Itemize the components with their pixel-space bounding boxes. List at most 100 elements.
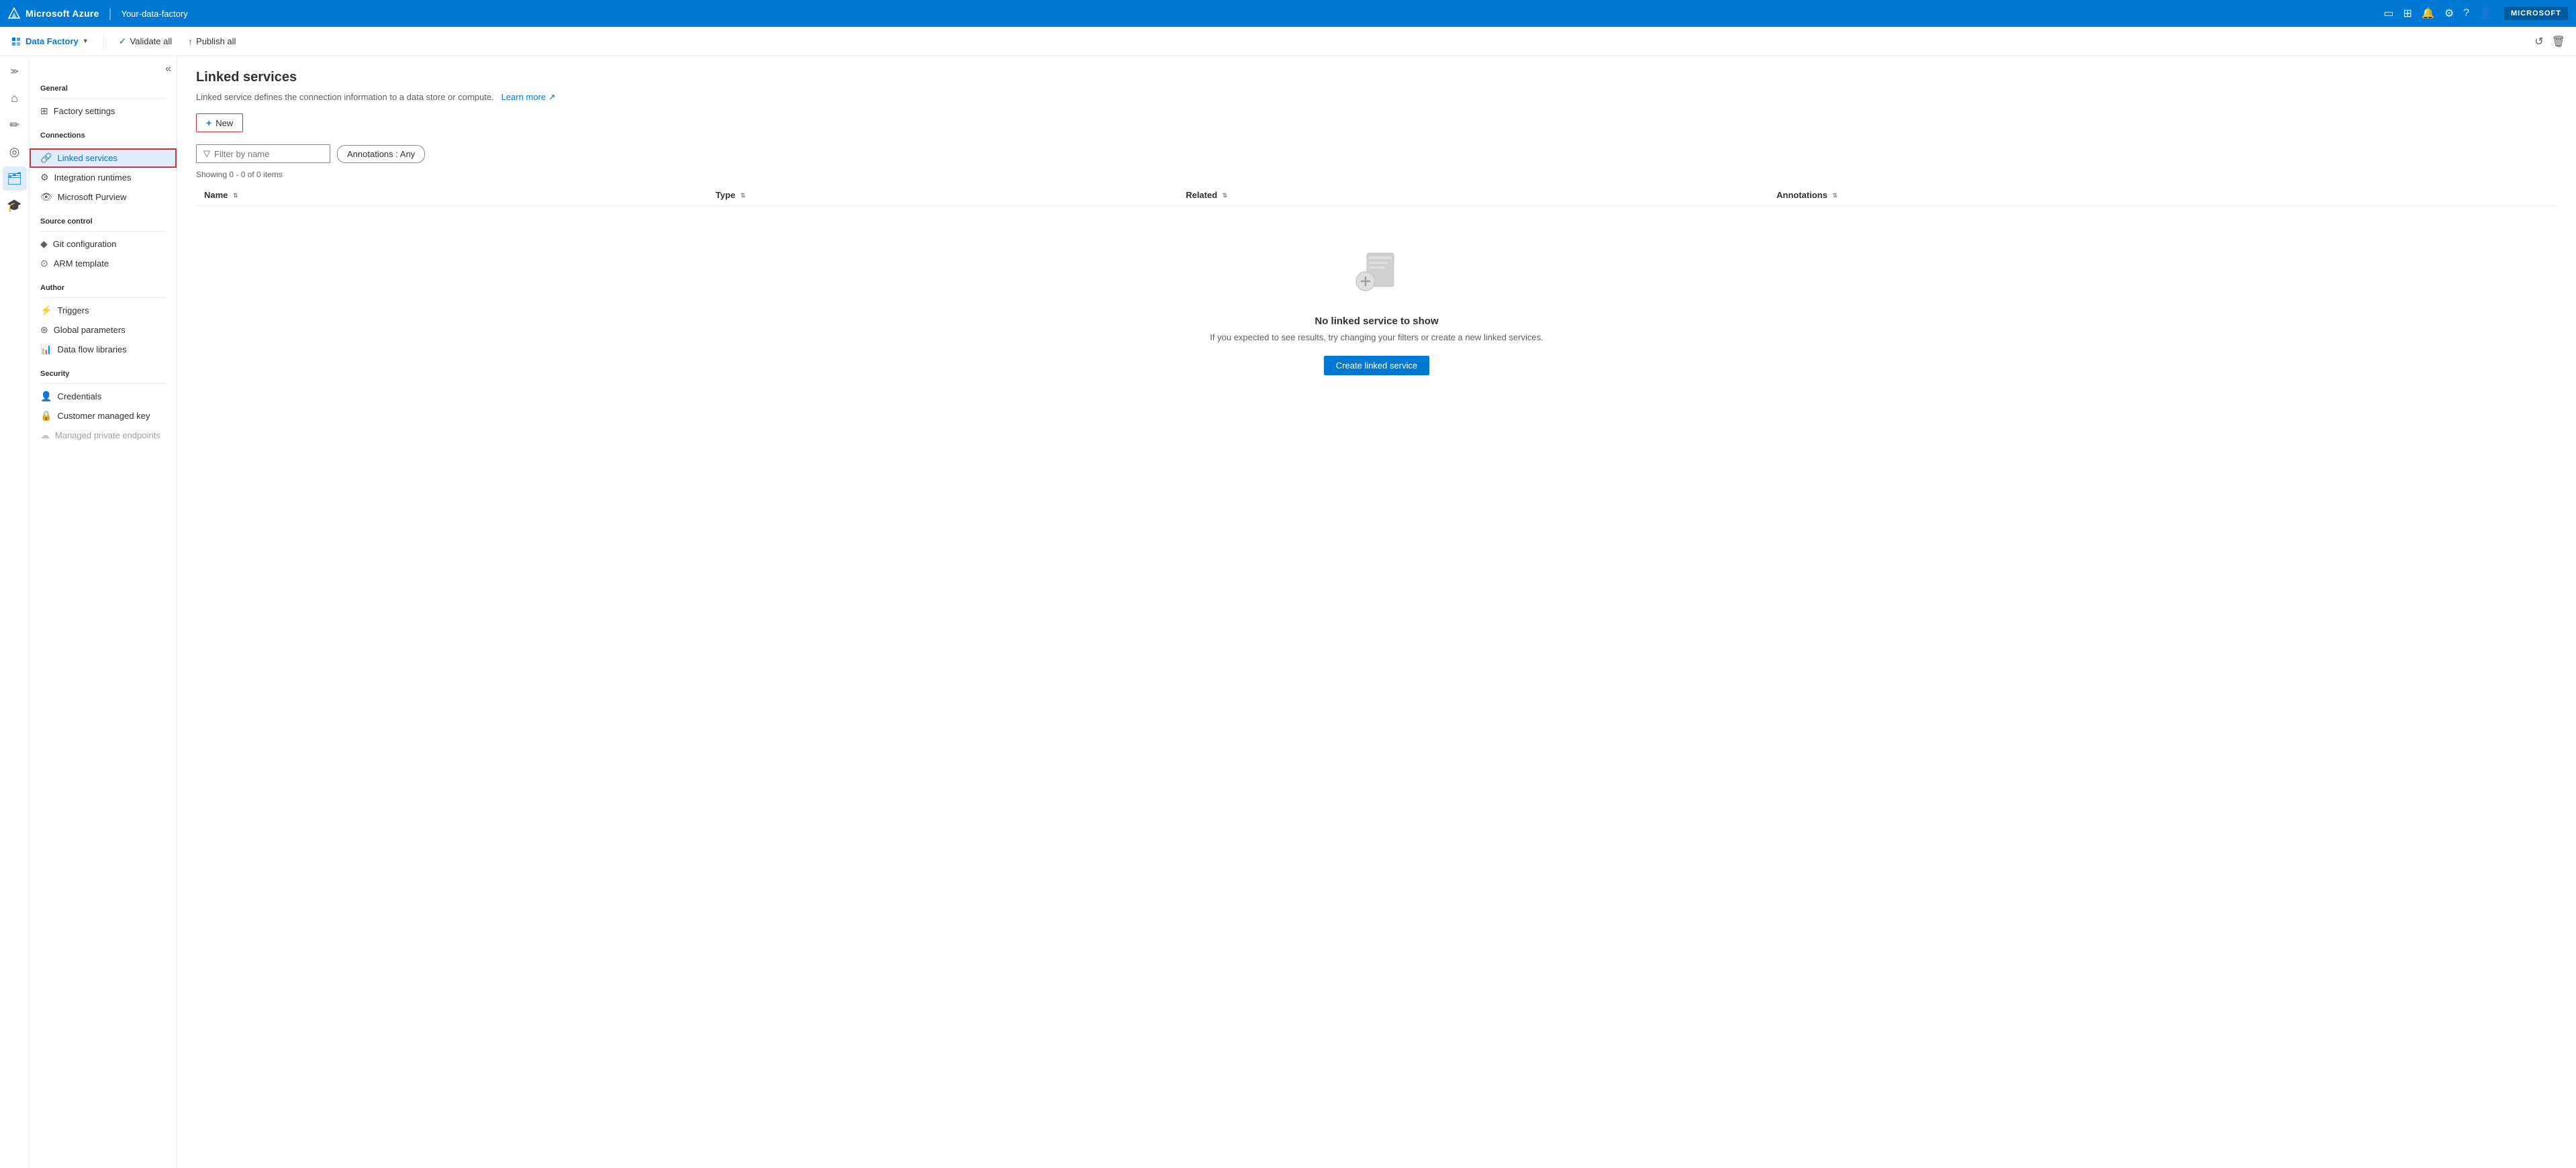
learn-icon-btn[interactable]: 🎓 (3, 193, 27, 217)
empty-state-icon (1347, 246, 1407, 302)
page-description: Linked service defines the connection in… (196, 92, 2557, 103)
author-section-title: Author (30, 279, 177, 295)
table-header-related[interactable]: Related ⇅ (1178, 185, 1768, 206)
name-column-label: Name (204, 190, 228, 200)
sidebar-item-integration-runtimes[interactable]: ⚙ Integration runtimes (30, 168, 177, 187)
publish-icon: ↑ (188, 36, 193, 47)
related-column-label: Related (1186, 190, 1217, 200)
toolbar-right-icons: ↺ 🗑 (2534, 35, 2565, 48)
credentials-icon: 👤 (40, 391, 52, 402)
settings-icon[interactable]: ⚙ (2444, 7, 2454, 20)
edit-icon-btn[interactable]: ✏ (3, 113, 27, 137)
filter-by-name-input[interactable] (214, 149, 308, 159)
empty-state: No linked service to show If you expecte… (196, 206, 2557, 416)
validate-all-button[interactable]: ✓ Validate all (112, 33, 179, 50)
name-sort-icon[interactable]: ⇅ (233, 192, 238, 199)
account-label[interactable]: MICROSOFT (2504, 7, 2568, 20)
linked-services-icon: 🔗 (40, 152, 52, 164)
table-header-name[interactable]: Name ⇅ (196, 185, 708, 206)
home-icon-btn[interactable]: ⌂ (3, 86, 27, 110)
customer-managed-key-icon: 🔒 (40, 410, 52, 422)
help-icon[interactable]: ? (2463, 7, 2469, 19)
data-flow-libraries-icon: 📊 (40, 344, 52, 355)
create-button-label: Create linked service (1336, 360, 1417, 371)
linked-services-label: Linked services (57, 153, 117, 163)
monitor-icon[interactable]: ▭ (2383, 7, 2393, 20)
left-nav-panel: « General ⊞ Factory settings Connections… (30, 56, 177, 1168)
azure-logo-icon (8, 7, 20, 19)
sidebar-item-arm-template[interactable]: ⊙ ARM template (30, 254, 177, 273)
monitor-icon-btn[interactable]: ◎ (3, 140, 27, 164)
table-header-row: Name ⇅ Type ⇅ Related ⇅ Annotations ⇅ (196, 185, 2557, 206)
sidebar-item-factory-settings[interactable]: ⊞ Factory settings (30, 101, 177, 121)
sidebar-item-git-configuration[interactable]: ◆ Git configuration (30, 234, 177, 254)
credentials-label: Credentials (57, 391, 101, 401)
grid-icon[interactable]: ⊞ (2403, 7, 2412, 20)
validate-icon: ✓ (119, 36, 127, 47)
publish-all-button[interactable]: ↑ Publish all (181, 34, 242, 50)
data-factory-brand[interactable]: Data Factory ▾ (11, 36, 87, 47)
type-column-label: Type (716, 190, 735, 200)
microsoft-purview-label: Microsoft Purview (58, 192, 127, 202)
related-sort-icon[interactable]: ⇅ (1223, 192, 1228, 199)
sidebar-item-data-flow-libraries[interactable]: 📊 Data flow libraries (30, 340, 177, 359)
annotations-sort-icon[interactable]: ⇅ (1833, 192, 1838, 199)
content-area: Linked services Linked service defines t… (177, 56, 2576, 1168)
plus-icon: + (206, 117, 211, 128)
table-header-annotations[interactable]: Annotations ⇅ (1768, 185, 2557, 206)
chevron-down-icon: ▾ (84, 38, 87, 45)
linked-services-table: Name ⇅ Type ⇅ Related ⇅ Annotations ⇅ (196, 185, 2557, 416)
collapse-nav: « (30, 62, 177, 79)
filter-icon: ▽ (203, 148, 210, 159)
delete-icon[interactable]: 🗑 (2552, 35, 2565, 48)
new-button[interactable]: + New (196, 113, 243, 132)
data-factory-icon (11, 36, 21, 47)
nav-separator: | (109, 7, 112, 21)
manage-icon-btn[interactable]: 🗂 (3, 166, 27, 191)
triggers-label: Triggers (57, 305, 89, 315)
empty-state-title: No linked service to show (1315, 315, 1438, 327)
git-configuration-label: Git configuration (53, 239, 117, 249)
learn-more-link[interactable]: Learn more ↗ (502, 92, 556, 102)
brand-name: Microsoft Azure (26, 8, 99, 19)
sidebar-item-triggers[interactable]: ⚡ Triggers (30, 301, 177, 320)
filter-input-container[interactable]: ▽ (196, 144, 330, 163)
integration-runtimes-icon: ⚙ (40, 172, 49, 183)
toolbar: Data Factory ▾ ✓ Validate all ↑ Publish … (0, 27, 2576, 56)
main-layout: ≫ ⌂ ✏ ◎ 🗂 🎓 « General ⊞ Factory settings… (0, 56, 2576, 1168)
table-body: No linked service to show If you expecte… (196, 206, 2557, 416)
create-linked-service-button[interactable]: Create linked service (1324, 356, 1429, 375)
collapse-icon[interactable]: « (165, 63, 171, 75)
side-icon-bar: ≫ ⌂ ✏ ◎ 🗂 🎓 (0, 56, 30, 1168)
integration-runtimes-label: Integration runtimes (54, 173, 132, 183)
security-section-title: Security (30, 364, 177, 381)
customer-managed-key-label: Customer managed key (57, 411, 150, 421)
git-configuration-icon: ◆ (40, 238, 48, 250)
data-flow-libraries-label: Data flow libraries (57, 344, 126, 354)
managed-private-endpoints-label: Managed private endpoints (55, 430, 160, 440)
type-sort-icon[interactable]: ⇅ (741, 192, 746, 199)
table-header-type[interactable]: Type ⇅ (708, 185, 1178, 206)
bell-icon[interactable]: 🔔 (2422, 7, 2435, 20)
annotations-filter-button[interactable]: Annotations : Any (337, 145, 425, 163)
person-icon[interactable]: 👤 (2479, 7, 2492, 20)
triggers-icon: ⚡ (40, 305, 52, 316)
arm-template-icon: ⊙ (40, 258, 48, 269)
external-link-icon: ↗ (548, 92, 556, 102)
table-header: Name ⇅ Type ⇅ Related ⇅ Annotations ⇅ (196, 185, 2557, 206)
azure-brand[interactable]: Microsoft Azure (8, 7, 99, 19)
showing-count: Showing 0 - 0 of 0 items (196, 170, 2557, 179)
refresh-icon[interactable]: ↺ (2534, 35, 2543, 48)
annotations-label: Annotations : Any (347, 149, 415, 159)
sidebar-item-customer-managed-key[interactable]: 🔒 Customer managed key (30, 406, 177, 426)
filter-bar: ▽ Annotations : Any (196, 144, 2557, 163)
sidebar-item-microsoft-purview[interactable]: 👁 Microsoft Purview (30, 187, 177, 207)
data-factory-label: Data Factory (26, 36, 79, 46)
sidebar-item-linked-services[interactable]: 🔗 Linked services (30, 148, 177, 168)
global-parameters-label: Global parameters (54, 325, 126, 335)
managed-private-endpoints-icon: ☁ (40, 430, 50, 441)
expand-button[interactable]: ≫ (3, 62, 27, 81)
sidebar-item-credentials[interactable]: 👤 Credentials (30, 387, 177, 406)
publish-label: Publish all (196, 36, 236, 46)
sidebar-item-global-parameters[interactable]: ⊛ Global parameters (30, 320, 177, 340)
